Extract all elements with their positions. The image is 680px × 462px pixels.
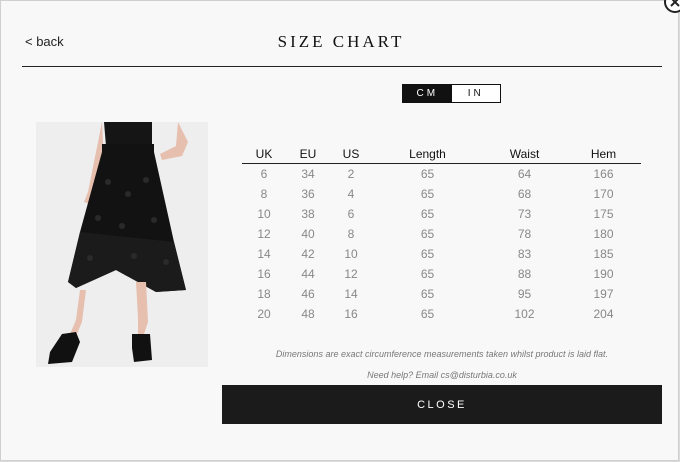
size-chart-modal: < back SIZE CHART CM IN UK EU US Length … (0, 0, 679, 461)
close-button[interactable]: CLOSE (222, 385, 662, 424)
table-row: 12 40 8 65 78 180 (242, 224, 641, 244)
table-cell: 34 (301, 167, 315, 181)
table-cell: 190 (593, 267, 614, 281)
table-cell: 20 (257, 307, 271, 321)
table-cell: 170 (593, 187, 614, 201)
table-cell: 6 (260, 167, 268, 181)
column-header: Hem (566, 144, 641, 164)
unit-option-cm[interactable]: CM (403, 85, 452, 102)
table-cell: 18 (257, 287, 271, 301)
table-cell: 185 (593, 247, 614, 261)
table-cell: 197 (593, 287, 614, 301)
table-cell: 48 (301, 307, 315, 321)
column-header: UK (242, 144, 286, 164)
size-table: UK EU US Length Waist Hem 6 34 2 65 64 1… (242, 144, 641, 324)
table-row: 18 46 14 65 95 197 (242, 284, 641, 304)
table-cell: 65 (420, 267, 435, 281)
table-cell: 38 (301, 207, 315, 221)
table-cell: 95 (517, 287, 532, 301)
measurement-note: Dimensions are exact circumference measu… (275, 349, 609, 359)
table-cell: 65 (420, 187, 435, 201)
table-cell: 204 (593, 307, 614, 321)
table-cell: 16 (257, 267, 271, 281)
table-cell: 65 (420, 307, 435, 321)
table-cell: 88 (517, 267, 532, 281)
table-cell: 6 (347, 207, 355, 221)
table-row: 8 36 4 65 68 170 (242, 184, 641, 204)
table-cell: 65 (420, 287, 435, 301)
table-cell: 65 (420, 167, 435, 181)
table-cell: 8 (347, 227, 355, 241)
table-cell: 175 (593, 207, 614, 221)
table-header-row: UK EU US Length Waist Hem (242, 144, 641, 164)
table-row: 14 42 10 65 83 185 (242, 244, 641, 264)
table-cell: 102 (514, 307, 535, 321)
table-cell: 73 (517, 207, 532, 221)
table-row: 6 34 2 65 64 166 (242, 164, 641, 185)
column-header: EU (286, 144, 330, 164)
table-cell: 12 (344, 267, 358, 281)
table-cell: 40 (301, 227, 315, 241)
unit-option-in[interactable]: IN (451, 85, 500, 102)
table-cell: 64 (517, 167, 532, 181)
table-cell: 180 (593, 227, 614, 241)
table-cell: 36 (301, 187, 315, 201)
table-cell: 10 (344, 247, 358, 261)
product-image (36, 122, 208, 367)
table-cell: 68 (517, 187, 532, 201)
table-row: 20 48 16 65 102 204 (242, 304, 641, 324)
product-photo-illustration (36, 122, 208, 367)
page-title: SIZE CHART (277, 32, 405, 51)
help-text: Need help? Email cs@disturbia.co.uk (367, 370, 517, 380)
table-cell: 46 (301, 287, 315, 301)
table-cell: 44 (301, 267, 315, 281)
table-cell: 78 (517, 227, 532, 241)
table-cell: 8 (260, 187, 268, 201)
column-header: Waist (483, 144, 566, 164)
table-cell: 10 (257, 207, 271, 221)
table-row: 16 44 12 65 88 190 (242, 264, 641, 284)
column-header: US (330, 144, 372, 164)
header-divider (22, 66, 662, 67)
table-cell: 14 (344, 287, 358, 301)
table-cell: 4 (347, 187, 355, 201)
table-cell: 65 (420, 207, 435, 221)
table-cell: 166 (593, 167, 614, 181)
table-cell: 2 (347, 167, 355, 181)
table-cell: 65 (420, 227, 435, 241)
table-cell: 14 (257, 247, 271, 261)
table-cell: 65 (420, 247, 435, 261)
table-cell: 12 (257, 227, 271, 241)
table-row: 10 38 6 65 73 175 (242, 204, 641, 224)
column-header: Length (372, 144, 483, 164)
table-cell: 16 (344, 307, 358, 321)
unit-toggle: CM IN (402, 84, 501, 103)
table-cell: 42 (301, 247, 315, 261)
table-cell: 83 (517, 247, 532, 261)
